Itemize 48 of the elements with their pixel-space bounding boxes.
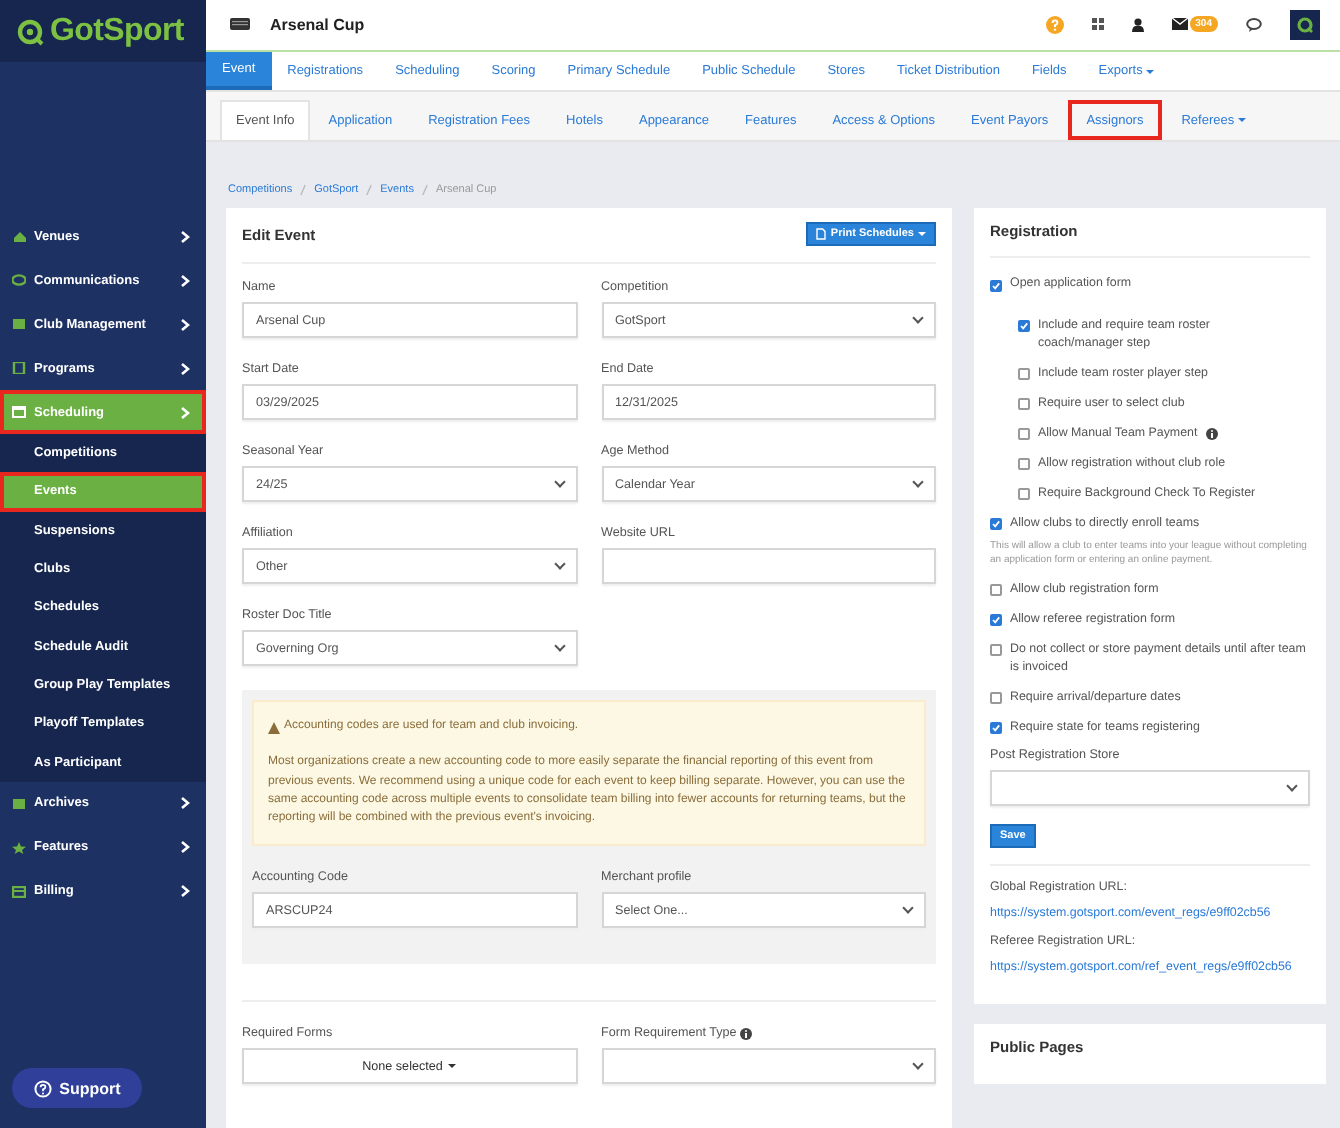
checkbox[interactable] <box>990 692 1002 705</box>
chevron-icon <box>180 405 190 419</box>
help-icon <box>33 1079 52 1097</box>
input-field[interactable] <box>601 548 936 584</box>
document-icon <box>12 362 26 374</box>
chevron-icon <box>180 796 190 811</box>
select-field[interactable] <box>990 769 1310 806</box>
keyboard-icon <box>230 18 250 31</box>
chevron-icon <box>180 273 190 287</box>
chat-icon <box>1246 17 1262 32</box>
help-icon <box>1045 15 1064 34</box>
logo-icon <box>16 17 44 45</box>
chevron-icon <box>180 229 190 243</box>
checkbox[interactable] <box>1018 398 1030 411</box>
checkbox[interactable] <box>990 584 1002 597</box>
chat-icon <box>12 274 26 286</box>
support-button[interactable]: Support <box>12 1068 142 1108</box>
chevron-icon <box>180 317 190 331</box>
chevron-icon <box>180 884 190 899</box>
brand-name: GotSport <box>50 13 184 49</box>
select-field[interactable] <box>601 1048 936 1085</box>
checkbox[interactable] <box>1018 428 1030 441</box>
slash-icon <box>366 183 373 196</box>
slash-icon <box>300 183 307 196</box>
logo-icon <box>1296 15 1314 34</box>
checkbox[interactable] <box>990 518 1002 531</box>
grid-icon <box>1091 18 1104 31</box>
user-icon <box>1131 17 1144 32</box>
checkbox[interactable] <box>1018 320 1030 333</box>
chevron-icon <box>180 840 190 855</box>
star-icon <box>12 841 26 854</box>
chevron-icon <box>180 361 190 375</box>
checkbox[interactable] <box>1018 458 1030 471</box>
slash-icon <box>421 183 428 196</box>
checkbox[interactable] <box>990 614 1002 627</box>
warning-icon <box>268 721 280 734</box>
checkbox[interactable] <box>990 644 1002 657</box>
checkbox[interactable] <box>1018 368 1030 381</box>
checkbox[interactable] <box>990 722 1002 735</box>
event-title: Arsenal Cup <box>270 15 367 34</box>
envelope-icon <box>1171 18 1188 31</box>
account-avatar[interactable] <box>1290 9 1320 40</box>
home-icon <box>12 230 26 242</box>
checkbox[interactable] <box>1018 488 1030 501</box>
document-icon <box>816 228 827 240</box>
checkbox[interactable] <box>990 279 1002 291</box>
wallet-icon <box>12 885 26 898</box>
calendar-icon <box>12 406 26 418</box>
